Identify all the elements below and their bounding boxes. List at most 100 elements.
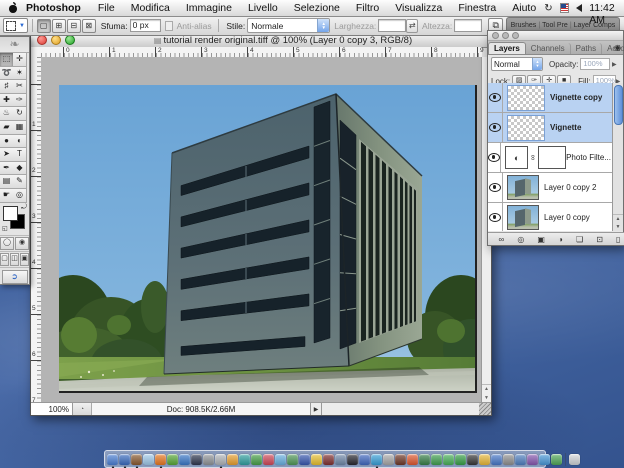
dock-icon[interactable] bbox=[215, 454, 226, 465]
path-selection-tool[interactable]: ➤ bbox=[0, 148, 14, 162]
blend-mode-select[interactable]: Normal▲▼ bbox=[491, 57, 543, 71]
tab-channels[interactable]: Channels bbox=[526, 43, 571, 54]
dock-icon[interactable] bbox=[311, 454, 322, 465]
dock-icon[interactable] bbox=[155, 454, 166, 465]
dock-icon[interactable] bbox=[167, 454, 178, 465]
type-tool[interactable]: T bbox=[13, 148, 27, 162]
layer-thumbnail-transparent[interactable] bbox=[507, 85, 545, 111]
eye-icon[interactable] bbox=[489, 123, 501, 132]
dock-icon[interactable] bbox=[119, 454, 130, 465]
eye-icon[interactable] bbox=[488, 153, 500, 162]
menu-finestra[interactable]: Finestra bbox=[450, 2, 504, 14]
notes-tool[interactable]: ▤ bbox=[0, 175, 14, 189]
layer-thumbnail-transparent[interactable] bbox=[507, 115, 545, 141]
tool-preset-picker[interactable]: ▼ bbox=[3, 18, 28, 33]
layer-style-icon[interactable]: ◎ bbox=[517, 234, 524, 245]
dock-icon[interactable] bbox=[131, 454, 142, 465]
dock-icon[interactable] bbox=[467, 454, 478, 465]
magic-wand-tool[interactable]: ✶ bbox=[13, 67, 27, 81]
eyedropper-tool[interactable]: ✎ bbox=[13, 175, 27, 189]
dock-icon[interactable] bbox=[203, 454, 214, 465]
dock-icon[interactable] bbox=[359, 454, 370, 465]
minimize-button[interactable] bbox=[51, 35, 61, 45]
menu-visualizza[interactable]: Visualizza bbox=[387, 2, 450, 14]
menu-modifica[interactable]: Modifica bbox=[123, 2, 178, 14]
dock-icon[interactable] bbox=[191, 454, 202, 465]
dock-icon[interactable] bbox=[335, 454, 346, 465]
scroll-down-icon[interactable]: ▼ bbox=[616, 223, 621, 231]
palette-zoom-button[interactable] bbox=[512, 32, 519, 39]
dock-icon[interactable] bbox=[419, 454, 430, 465]
menu-selezione[interactable]: Selezione bbox=[286, 2, 348, 14]
layer-group-icon[interactable]: ❏ bbox=[576, 234, 583, 245]
delete-layer-icon[interactable]: ▯ bbox=[616, 234, 620, 245]
dock-icon[interactable] bbox=[347, 454, 358, 465]
dock-icon[interactable] bbox=[251, 454, 262, 465]
layer-mask-thumbnail[interactable] bbox=[538, 146, 566, 169]
feather-input[interactable]: 0 px bbox=[130, 19, 161, 32]
visibility-cell[interactable] bbox=[488, 143, 501, 172]
move-tool[interactable]: ✛ bbox=[13, 53, 27, 67]
width-input[interactable] bbox=[378, 19, 406, 32]
dock-icon[interactable] bbox=[431, 454, 442, 465]
antialias-checkbox[interactable] bbox=[165, 21, 173, 31]
close-button[interactable] bbox=[37, 35, 47, 45]
layer-row[interactable]: Vignette copy bbox=[488, 83, 613, 113]
dock-icon[interactable] bbox=[371, 454, 382, 465]
layer-thumbnail-image[interactable] bbox=[507, 205, 539, 230]
intersect-selection-button[interactable]: ⊠ bbox=[82, 19, 96, 33]
menu-filtro[interactable]: Filtro bbox=[348, 2, 387, 14]
dock-icon[interactable] bbox=[455, 454, 466, 465]
dock-icon[interactable] bbox=[539, 454, 550, 465]
dock-icon[interactable] bbox=[263, 454, 274, 465]
visibility-cell[interactable] bbox=[488, 203, 503, 231]
menu-livello[interactable]: Livello bbox=[240, 2, 286, 14]
dock-icon[interactable] bbox=[323, 454, 334, 465]
fullscreen-with-menubar-mode-button[interactable]: ◫ bbox=[10, 253, 19, 266]
layer-mask-icon[interactable]: ▣ bbox=[537, 234, 545, 245]
healing-brush-tool[interactable]: ✚ bbox=[0, 94, 14, 108]
menu-photoshop[interactable]: Photoshop bbox=[18, 2, 90, 14]
tab-paths[interactable]: Paths bbox=[571, 43, 602, 54]
hand-tool[interactable]: ☛ bbox=[0, 189, 14, 203]
swap-colors-icon[interactable]: ⤾ bbox=[21, 204, 27, 212]
scroll-up-icon[interactable]: ▲ bbox=[616, 215, 621, 223]
canvas-image[interactable] bbox=[59, 85, 477, 393]
visibility-cell[interactable] bbox=[488, 113, 503, 142]
tab-layers[interactable]: Layers bbox=[488, 42, 526, 54]
fullscreen-mode-button[interactable]: ▣ bbox=[20, 253, 29, 266]
jump-to-imageready-button[interactable]: ➲ bbox=[2, 270, 28, 284]
input-language-flag-icon[interactable] bbox=[560, 3, 570, 13]
menu-file[interactable]: File bbox=[90, 2, 123, 14]
gradient-tool[interactable]: ▦ bbox=[13, 121, 27, 135]
trash-icon[interactable] bbox=[569, 454, 580, 465]
well-tab-brushes[interactable]: Brushes bbox=[509, 22, 539, 29]
crop-tool[interactable]: ♯ bbox=[0, 80, 14, 94]
menu-aiuto[interactable]: Aiuto bbox=[504, 2, 544, 14]
palette-titlebar[interactable] bbox=[488, 31, 623, 41]
dock-icon[interactable] bbox=[491, 454, 502, 465]
dock-icon[interactable] bbox=[383, 454, 394, 465]
palette-scrollbar[interactable]: ▲▼ bbox=[612, 83, 623, 231]
dock-icon[interactable] bbox=[395, 454, 406, 465]
layer-row[interactable]: Layer 0 copy 2 bbox=[488, 173, 613, 203]
standard-screen-mode-button[interactable]: ▢ bbox=[0, 253, 9, 266]
dock-icon[interactable] bbox=[503, 454, 514, 465]
opacity-arrow-icon[interactable]: ▶ bbox=[610, 61, 618, 68]
new-layer-icon[interactable]: ⊡ bbox=[596, 234, 603, 245]
dock-icon[interactable] bbox=[551, 454, 562, 465]
edit-standard-mode-button[interactable]: ◯ bbox=[0, 237, 14, 250]
dock-icon[interactable] bbox=[407, 454, 418, 465]
style-select[interactable]: Normale▲▼ bbox=[247, 18, 330, 33]
visibility-cell[interactable] bbox=[488, 83, 503, 112]
resize-grip[interactable] bbox=[479, 403, 491, 415]
dock-icon[interactable] bbox=[239, 454, 250, 465]
dock-icon[interactable] bbox=[275, 454, 286, 465]
layer-row[interactable]: ◐∞Photo Filte... bbox=[488, 143, 613, 173]
lasso-tool[interactable]: ➰ bbox=[0, 67, 14, 81]
new-selection-button[interactable]: ▢ bbox=[37, 19, 51, 33]
canvas-area[interactable] bbox=[41, 57, 482, 403]
subtract-from-selection-button[interactable]: ⊟ bbox=[67, 19, 81, 33]
zoom-level-field[interactable]: 100% bbox=[31, 403, 73, 415]
dock-icon[interactable] bbox=[527, 454, 538, 465]
